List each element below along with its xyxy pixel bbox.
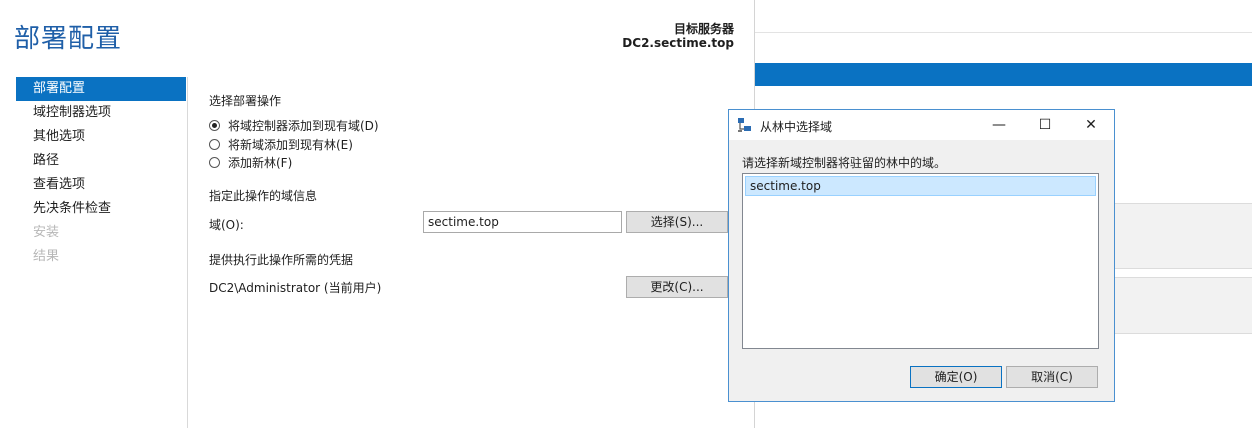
select-operation-heading: 选择部署操作 — [209, 94, 282, 108]
radio-indicator[interactable] — [209, 120, 220, 131]
radio-add-dc-existing-domain[interactable]: 将域控制器添加到现有域(D) — [209, 117, 379, 134]
target-server-value: DC2.sectime.top — [622, 36, 734, 50]
nav-item-review-options[interactable]: 查看选项 — [16, 173, 186, 197]
background-divider — [755, 32, 1252, 33]
nav-item-deployment-config[interactable]: 部署配置 — [16, 77, 186, 101]
maximize-button[interactable]: ☐ — [1022, 110, 1068, 140]
nav-item-installation: 安装 — [33, 225, 60, 240]
nav-item-prerequisites-check[interactable]: 先决条件检查 — [16, 197, 186, 221]
cancel-button[interactable]: 取消(C) — [1006, 366, 1098, 388]
radio-add-new-forest[interactable]: 添加新林(F) — [209, 154, 292, 171]
dialog-prompt: 请选择新域控制器将驻留的林中的域。 — [742, 156, 947, 170]
dialog-title: 从林中选择域 — [760, 120, 833, 134]
nav-item-additional-options[interactable]: 其他选项 — [16, 125, 186, 149]
target-server-label: 目标服务器 — [673, 22, 734, 36]
credentials-heading: 提供执行此操作所需的凭据 — [209, 253, 354, 267]
credentials-value: DC2\Administrator (当前用户) — [209, 281, 382, 295]
background-panel — [1115, 277, 1252, 334]
nav-item-dc-options[interactable]: 域控制器选项 — [16, 101, 186, 125]
ok-button[interactable]: 确定(O) — [910, 366, 1002, 388]
radio-add-domain-existing-forest[interactable]: 将新域添加到现有林(E) — [209, 136, 353, 153]
nav-item-paths[interactable]: 路径 — [16, 149, 186, 173]
change-credentials-button[interactable]: 更改(C)... — [626, 276, 728, 298]
radio-label: 添加新林(F) — [228, 156, 293, 170]
minimize-button[interactable]: — — [976, 110, 1022, 140]
nav-divider — [187, 77, 188, 428]
domain-info-heading: 指定此操作的域信息 — [209, 189, 318, 203]
close-icon: ✕ — [1085, 117, 1097, 133]
domain-listbox[interactable]: sectime.top — [742, 173, 1099, 349]
page-title: 部署配置 — [14, 24, 123, 54]
close-button[interactable]: ✕ — [1068, 110, 1114, 140]
nav-item-results: 结果 — [33, 249, 60, 264]
domain-label: 域(O): — [209, 218, 244, 232]
domain-input[interactable]: sectime.top — [423, 211, 622, 233]
background-panel — [1115, 203, 1252, 269]
directory-tree-icon — [738, 118, 751, 132]
radio-indicator[interactable] — [209, 157, 220, 168]
wizard-window: 部署配置 目标服务器 DC2.sectime.top 部署配置 域控制器选项 其… — [0, 0, 754, 428]
background-header-bar — [755, 63, 1252, 86]
radio-label: 将域控制器添加到现有域(D) — [228, 119, 379, 133]
maximize-icon: ☐ — [1038, 117, 1052, 133]
select-domain-dialog: 从林中选择域 — ☐ ✕ 请选择新域控制器将驻留的林中的域。 sectime.t… — [728, 109, 1115, 402]
wizard-nav: 部署配置 域控制器选项 其他选项 路径 查看选项 先决条件检查 安装 结果 — [16, 77, 186, 269]
select-domain-button[interactable]: 选择(S)... — [626, 211, 728, 233]
minimize-icon: — — [992, 117, 1006, 133]
radio-label: 将新域添加到现有林(E) — [228, 138, 353, 152]
list-item[interactable]: sectime.top — [745, 176, 1096, 196]
radio-indicator[interactable] — [209, 139, 220, 150]
